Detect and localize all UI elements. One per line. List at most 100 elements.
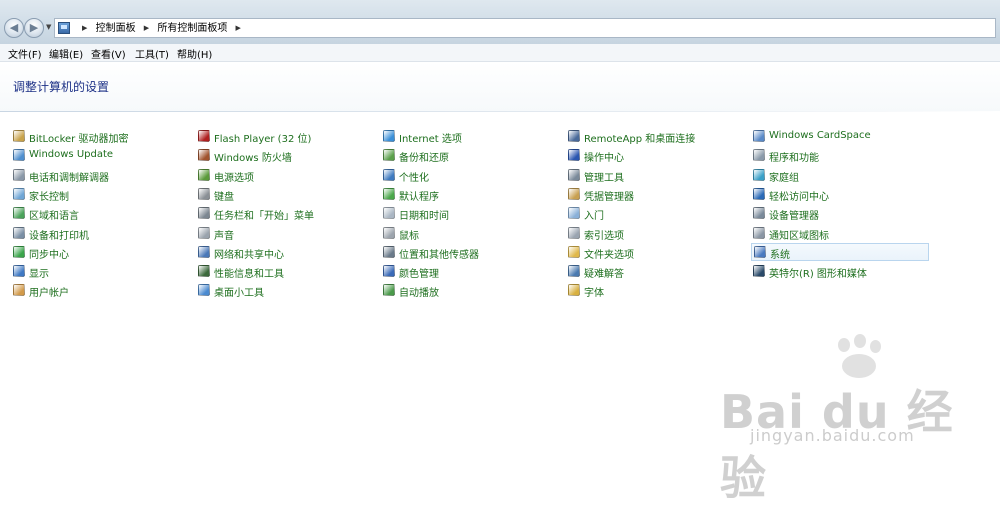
breadcrumb-chevron-icon[interactable]: ▶ (82, 19, 87, 37)
credential-manager-icon (568, 187, 580, 200)
cp-item-label: Internet 选项 (399, 134, 462, 145)
cp-item-label: 任务栏和「开始」菜单 (214, 211, 314, 223)
cp-item-gadgets[interactable]: 桌面小工具 (198, 282, 376, 300)
windows-update-icon (13, 149, 25, 162)
paw-icon (842, 354, 876, 378)
keyboard-icon (198, 187, 210, 200)
autoplay-icon (383, 284, 395, 297)
cp-item-fonts[interactable]: 字体 (568, 282, 746, 300)
cp-item-label: 同步中心 (29, 249, 69, 261)
bitlocker-icon (13, 130, 25, 142)
cp-item-credential-manager[interactable]: 凭据管理器 (568, 186, 746, 204)
cp-item-label: 颜色管理 (399, 269, 439, 281)
cp-item-sound[interactable]: 声音 (198, 225, 376, 243)
forward-button[interactable]: ▶ (24, 18, 44, 38)
cp-item-flash-player[interactable]: Flash Player (32 位) (198, 128, 376, 146)
cp-item-phone-modem[interactable]: 电话和调制解调器 (13, 167, 191, 185)
cp-item-label: 声音 (214, 230, 234, 242)
cp-item-label: 备份和还原 (399, 153, 449, 165)
back-arrow-icon: ◀ (9, 21, 19, 34)
cp-item-windows-update[interactable]: Windows Update (13, 147, 191, 165)
region-language-icon (13, 207, 25, 220)
recent-pages-dropdown[interactable]: ▼ (46, 23, 51, 31)
default-programs-icon (383, 187, 395, 200)
cp-item-label: 家长控制 (29, 191, 69, 203)
ease-of-access-icon (753, 187, 765, 200)
cp-item-date-time[interactable]: 日期和时间 (383, 205, 561, 223)
cp-item-taskbar[interactable]: 任务栏和「开始」菜单 (198, 205, 376, 223)
cp-item-troubleshooting[interactable]: 疑难解答 (568, 263, 746, 281)
cp-item-getting-started[interactable]: 入门 (568, 205, 746, 223)
cp-item-label: 用户帐户 (29, 288, 69, 300)
cp-item-label: BitLocker 驱动器加密 (29, 134, 129, 145)
cp-item-default-programs[interactable]: 默认程序 (383, 186, 561, 204)
device-manager-icon (753, 207, 765, 220)
breadcrumb-control-panel[interactable]: 控制面板 (96, 20, 136, 38)
cp-item-remoteapp[interactable]: RemoteApp 和桌面连接 (568, 128, 746, 146)
cp-item-label: 操作中心 (584, 153, 624, 165)
breadcrumb-chevron-icon[interactable]: ▶ (236, 19, 241, 37)
back-button[interactable]: ◀ (4, 18, 24, 38)
cp-item-programs-features[interactable]: 程序和功能 (753, 147, 931, 165)
cp-item-firewall[interactable]: Windows 防火墙 (198, 147, 376, 165)
cp-item-system[interactable]: 系统 (751, 242, 929, 261)
menu-view[interactable]: 查看(V) (91, 46, 126, 61)
cardspace-icon (753, 130, 765, 142)
cp-item-internet-options[interactable]: Internet 选项 (383, 128, 561, 146)
cp-item-folder-options[interactable]: 文件夹选项 (568, 244, 746, 262)
cp-item-color-management[interactable]: 颜色管理 (383, 263, 561, 281)
cp-item-label: 网络和共享中心 (214, 249, 284, 261)
cp-item-location-sensors[interactable]: 位置和其他传感器 (383, 244, 561, 262)
paw-icon (838, 338, 850, 352)
cp-item-region-language[interactable]: 区域和语言 (13, 205, 191, 223)
cp-item-device-manager[interactable]: 设备管理器 (753, 205, 931, 223)
paw-icon (870, 340, 881, 353)
cp-item-backup-restore[interactable]: 备份和还原 (383, 147, 561, 165)
cp-item-user-accounts[interactable]: 用户帐户 (13, 282, 191, 300)
cp-item-ease-of-access[interactable]: 轻松访问中心 (753, 186, 931, 204)
user-accounts-icon (13, 284, 25, 297)
cp-item-autoplay[interactable]: 自动播放 (383, 282, 561, 300)
breadcrumb-all-items[interactable]: 所有控制面板项 (157, 20, 227, 38)
title-bar: ◀ ▶ ▼ ▶ 控制面板 ▶ 所有控制面板项 ▶ (0, 0, 1000, 44)
cp-item-display[interactable]: 显示 (13, 263, 191, 281)
cp-item-performance[interactable]: 性能信息和工具 (198, 263, 376, 281)
address-bar[interactable]: ▶ 控制面板 ▶ 所有控制面板项 ▶ (54, 18, 996, 38)
cp-item-bitlocker[interactable]: BitLocker 驱动器加密 (13, 128, 191, 146)
cp-item-devices-printers[interactable]: 设备和打印机 (13, 225, 191, 243)
remoteapp-icon (568, 130, 580, 142)
cp-item-action-center[interactable]: 操作中心 (568, 147, 746, 165)
menu-edit[interactable]: 编辑(E) (49, 46, 83, 61)
cp-item-label: 键盘 (214, 191, 234, 203)
taskbar-icon (198, 207, 210, 220)
cp-item-indexing-options[interactable]: 索引选项 (568, 225, 746, 243)
cp-item-admin-tools[interactable]: 管理工具 (568, 167, 746, 185)
menu-help[interactable]: 帮助(H) (177, 46, 212, 61)
cp-item-label: 设备管理器 (769, 211, 819, 223)
cp-item-network-sharing[interactable]: 网络和共享中心 (198, 244, 376, 262)
cp-item-label: 疑难解答 (584, 269, 624, 281)
cp-item-personalization[interactable]: 个性化 (383, 167, 561, 185)
cp-item-label: 电话和调制解调器 (29, 172, 109, 184)
network-sharing-icon (198, 245, 210, 258)
performance-icon (198, 265, 210, 278)
cp-item-homegroup[interactable]: 家庭组 (753, 167, 931, 185)
cp-item-mouse[interactable]: 鼠标 (383, 225, 561, 243)
cp-item-power-options[interactable]: 电源选项 (198, 167, 376, 185)
system-icon (754, 245, 766, 258)
breadcrumb-chevron-icon[interactable]: ▶ (144, 19, 149, 37)
menu-file[interactable]: 文件(F) (8, 46, 42, 61)
cp-item-intel-graphics[interactable]: 英特尔(R) 图形和媒体 (753, 263, 931, 281)
cp-item-sync-center[interactable]: 同步中心 (13, 244, 191, 262)
cp-item-keyboard[interactable]: 键盘 (198, 186, 376, 204)
cp-item-parental-controls[interactable]: 家长控制 (13, 186, 191, 204)
notification-icons-icon (753, 226, 765, 239)
cp-item-label: Windows Update (29, 149, 114, 161)
cp-item-label: 鼠标 (399, 230, 419, 242)
color-management-icon (383, 265, 395, 278)
cp-item-label: 字体 (584, 288, 604, 300)
menu-tools[interactable]: 工具(T) (135, 46, 169, 61)
cp-item-notification-icons[interactable]: 通知区域图标 (753, 225, 931, 243)
cp-item-cardspace[interactable]: Windows CardSpace (753, 128, 931, 146)
cp-item-label: 位置和其他传感器 (399, 249, 479, 261)
